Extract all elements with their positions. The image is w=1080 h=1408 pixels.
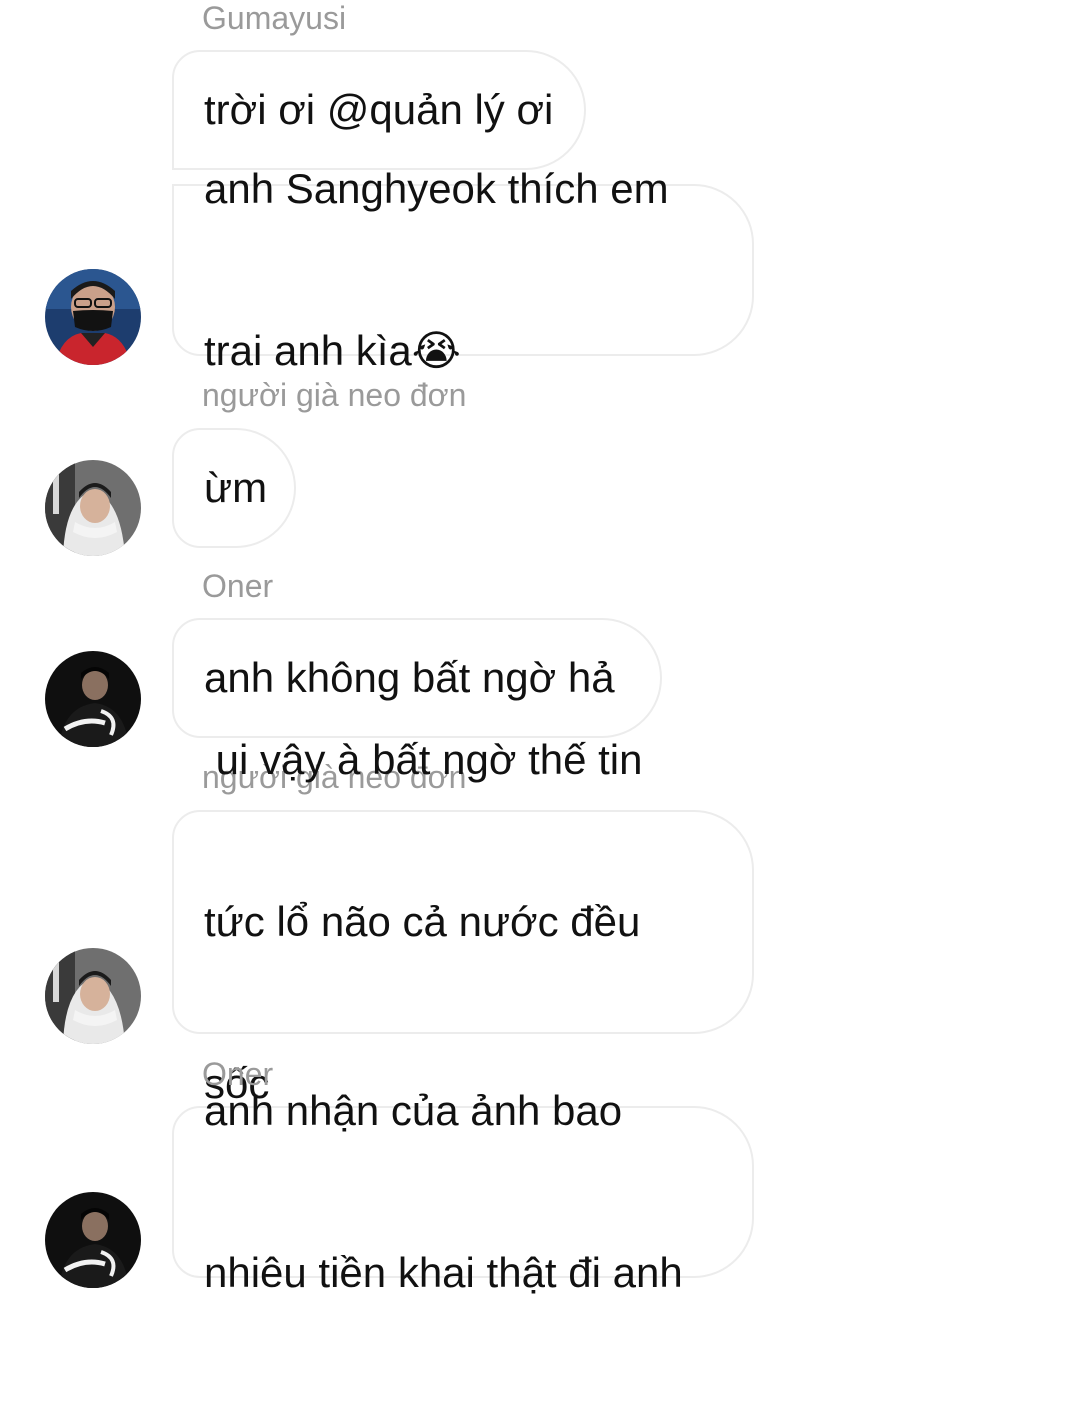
sender-name-oner: Oner xyxy=(202,568,274,604)
message-text: ừm xyxy=(204,464,268,511)
avatar-oner[interactable] xyxy=(45,1192,141,1288)
avatar-gumayusi[interactable] xyxy=(45,269,141,365)
message-text: tức lổ não cả nước đều xyxy=(204,898,641,945)
message-bubble[interactable]: anh nhận của ảnh bao nhiêu tiền khai thậ… xyxy=(172,1087,754,1296)
sender-name-gumayusi: Gumayusi xyxy=(202,0,347,36)
message-bubble[interactable]: ừm xyxy=(172,428,296,548)
message-text: anh Sanghyeok thích em xyxy=(204,165,669,212)
message-bubble[interactable]: anh Sanghyeok thích em trai anh kìa😭 xyxy=(172,165,754,374)
avatar-nguoi-gia-neo-don[interactable] xyxy=(45,460,141,556)
avatar-nguoi-gia-neo-don[interactable] xyxy=(45,948,141,1044)
message-text: anh nhận của ảnh bao xyxy=(204,1087,623,1134)
message-text: ui vậy à bất ngờ thế tin xyxy=(204,736,643,783)
message-text: trai anh kìa😭 xyxy=(204,327,461,374)
sender-name-nguoi-gia-neo-don: người già neo đơn xyxy=(202,377,467,413)
avatar-oner[interactable] xyxy=(45,651,141,747)
message-text: nhiêu tiền khai thật đi anh xyxy=(204,1249,683,1296)
